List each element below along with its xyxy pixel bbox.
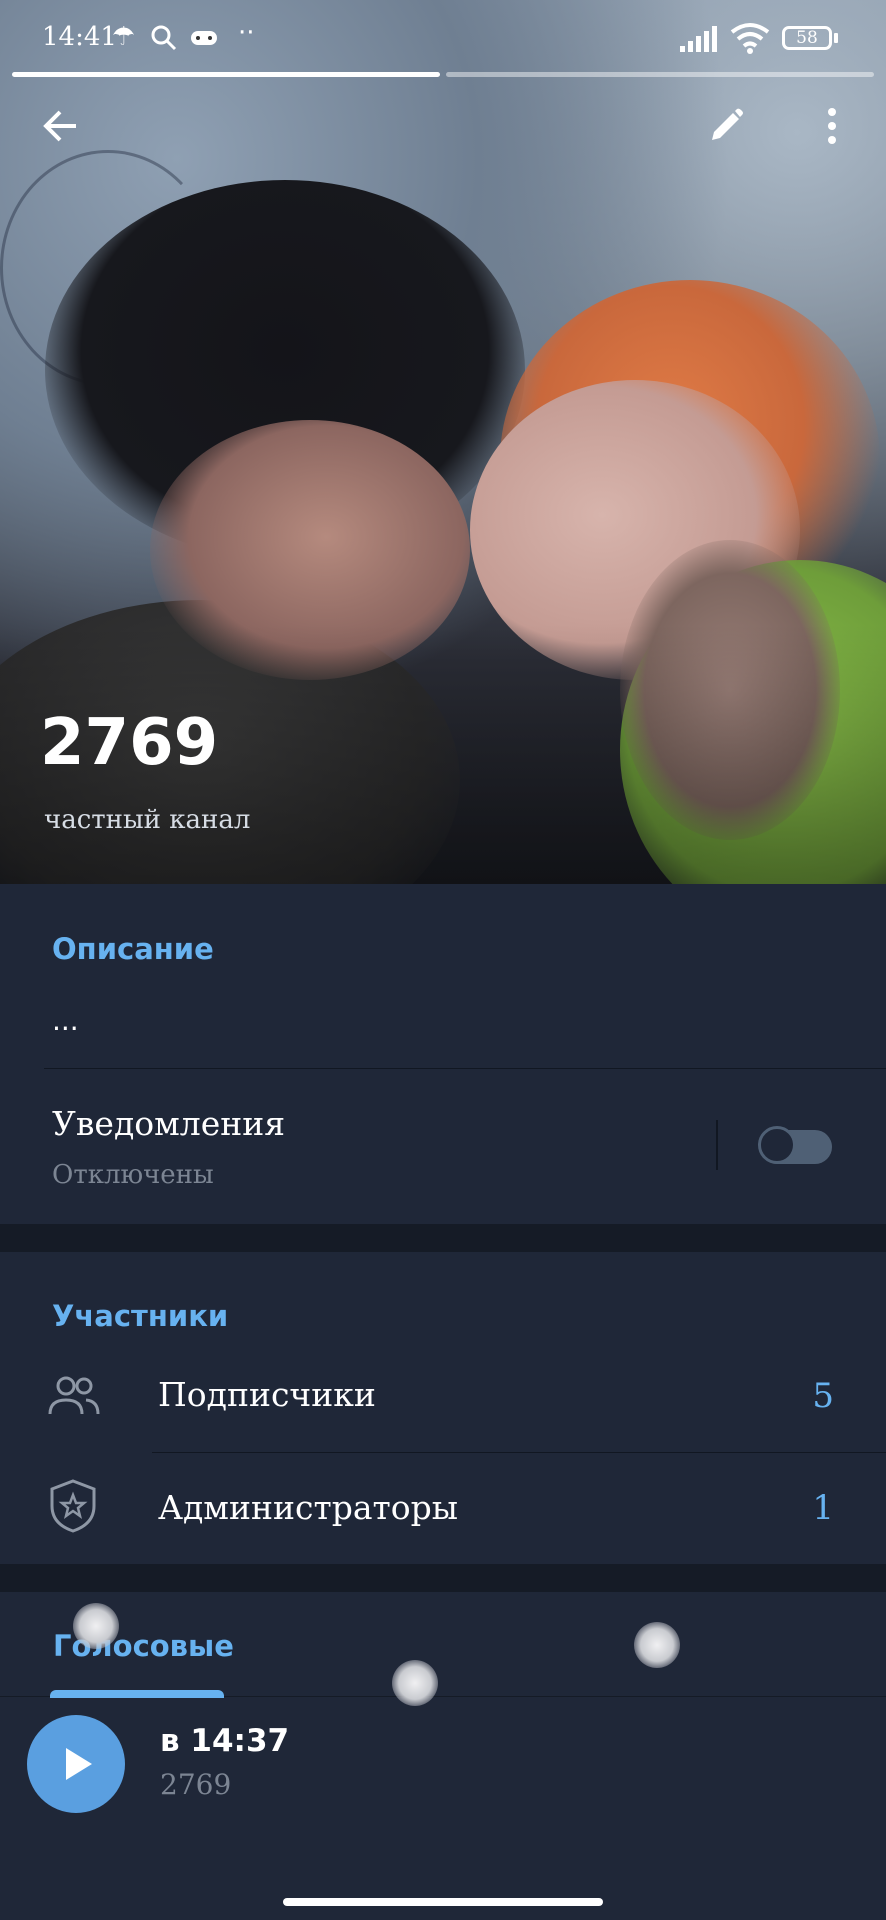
people-icon xyxy=(48,1376,100,1415)
more-vertical-icon xyxy=(828,108,836,144)
story-progress-inactive xyxy=(446,72,874,77)
channel-name: 2769 xyxy=(40,706,219,780)
notifications-status: Отключены xyxy=(52,1160,214,1190)
status-time: 14:41 xyxy=(42,22,117,52)
edit-button[interactable] xyxy=(698,98,754,154)
info-section: Описание ... Уведомления Отключены xyxy=(0,884,886,1224)
touch-indicator xyxy=(73,1603,119,1649)
arrow-left-icon xyxy=(43,110,76,142)
participants-section: Участники Подписчики 5 Администраторы 1 xyxy=(0,1252,886,1564)
search-icon xyxy=(151,25,177,51)
shield-star-icon xyxy=(50,1479,96,1533)
subscribers-count: 5 xyxy=(812,1376,834,1416)
story-progress-active xyxy=(12,72,440,77)
administrators-label: Администраторы xyxy=(158,1488,459,1527)
play-button[interactable] xyxy=(27,1715,125,1813)
signal-icon xyxy=(680,26,717,52)
media-section: Голосовые xyxy=(0,1592,886,1920)
notifications-label: Уведомления xyxy=(52,1104,286,1143)
back-button[interactable] xyxy=(32,98,88,154)
touch-indicator xyxy=(392,1660,438,1706)
subscribers-label: Подписчики xyxy=(158,1375,376,1414)
play-icon xyxy=(66,1748,92,1780)
home-indicator[interactable] xyxy=(283,1898,603,1906)
notifications-toggle[interactable] xyxy=(758,1126,832,1164)
voice-message-time: в 14:37 xyxy=(160,1723,290,1759)
gamepad-icon xyxy=(191,31,217,45)
battery-icon: 58 xyxy=(782,26,832,50)
umbrella-icon: ☂ xyxy=(112,22,136,52)
status-bar: 14:41 ☂ ·· 58 xyxy=(0,0,886,74)
description-title: Описание xyxy=(52,932,214,966)
administrators-count: 1 xyxy=(812,1488,834,1528)
description-text[interactable]: ... xyxy=(52,1004,79,1037)
wifi-icon xyxy=(730,23,770,54)
more-button[interactable] xyxy=(804,98,860,154)
touch-indicator xyxy=(634,1622,680,1668)
pencil-icon xyxy=(712,108,743,140)
more-notifications-icon: ·· xyxy=(238,18,255,48)
voice-message-author: 2769 xyxy=(160,1768,232,1801)
channel-type: частный канал xyxy=(44,805,251,835)
tab-voice-indicator xyxy=(50,1690,224,1698)
participants-title: Участники xyxy=(52,1299,229,1333)
